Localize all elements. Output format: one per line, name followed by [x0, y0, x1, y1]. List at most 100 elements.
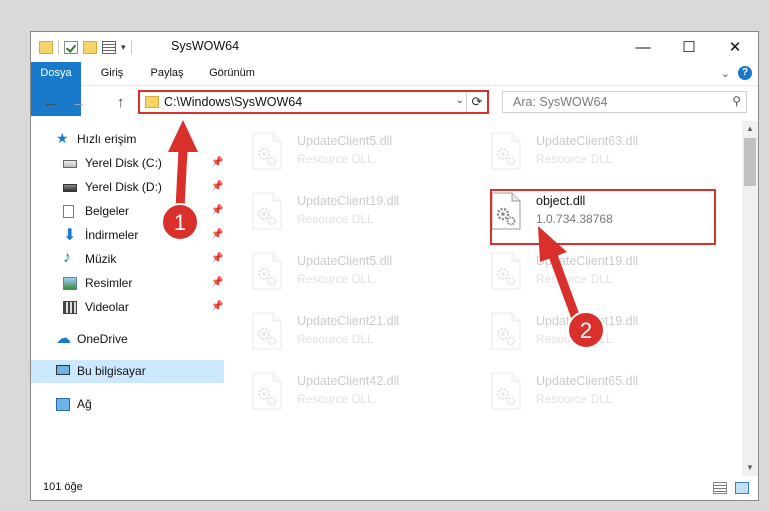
folder-icon[interactable] — [39, 40, 53, 54]
sidebar-item-label: Resimler — [85, 276, 133, 290]
tab-home[interactable]: Giriş — [89, 62, 135, 85]
sidebar-item[interactable]: Yerel Disk (C:) 📌 — [31, 152, 224, 175]
search-icon: ⚲ — [732, 94, 741, 108]
minimize-button[interactable]: — — [620, 32, 666, 62]
forward-button[interactable]: → — [71, 94, 86, 111]
file-description: Resource DLL — [297, 332, 374, 346]
file-item[interactable]: UpdateClient5.dll Resource DLL — [227, 128, 452, 182]
pictures-icon — [63, 277, 77, 290]
highlight-box — [490, 189, 716, 245]
file-name: UpdateClient19.dll — [536, 314, 639, 328]
refresh-button[interactable]: ⟳ — [466, 92, 487, 112]
sidebar-item-label: OneDrive — [77, 332, 128, 346]
search-box[interactable]: Ara: SysWOW64 ⚲ — [502, 91, 747, 113]
pin-icon[interactable]: 📌 — [211, 277, 223, 288]
file-description: Resource DLL — [536, 152, 613, 166]
computer-icon — [56, 365, 70, 375]
new-folder-icon[interactable] — [83, 40, 97, 54]
file-item[interactable]: UpdateClient42.dll Resource DLL — [227, 368, 452, 422]
pin-icon[interactable]: 📌 — [211, 157, 223, 168]
scroll-up-button[interactable]: ▲ — [742, 121, 758, 137]
file-name: UpdateClient65.dll — [536, 374, 639, 388]
sidebar-item[interactable]: Belgeler 📌 — [31, 200, 224, 223]
view-icon[interactable] — [102, 40, 116, 54]
file-item[interactable]: UpdateClient5.dll Resource DLL — [227, 248, 452, 302]
pin-icon[interactable]: 📌 — [211, 229, 223, 240]
dll-file-icon — [490, 132, 522, 170]
properties-icon[interactable] — [64, 40, 78, 54]
dll-file-icon — [251, 372, 283, 410]
sidebar-item-label: Bu bilgisayar — [77, 364, 146, 378]
large-icons-view-icon[interactable] — [735, 482, 749, 494]
music-icon: ♪ — [63, 249, 71, 266]
file-description: Resource DLL — [297, 392, 374, 406]
file-description: Resource DLL — [536, 332, 613, 346]
file-item[interactable]: UpdateClient19.dll Resource DLL — [466, 248, 691, 302]
expand-ribbon-icon[interactable]: ⌄ — [721, 67, 730, 80]
dll-file-icon — [490, 252, 522, 290]
pin-icon[interactable]: 📌 — [211, 181, 223, 192]
folder-icon — [145, 96, 159, 108]
file-description: Resource DLL — [536, 272, 613, 286]
vertical-scrollbar[interactable]: ▲ ▼ — [742, 121, 758, 476]
sidebar-item-label: Videolar — [85, 300, 129, 314]
file-item[interactable]: UpdateClient63.dll Resource DLL — [466, 128, 691, 182]
file-item[interactable]: UpdateClient19.dll Resource DLL — [227, 188, 452, 242]
sidebar-item[interactable]: Videolar 📌 — [31, 296, 224, 319]
toolbar-divider — [130, 40, 132, 54]
file-name: UpdateClient19.dll — [297, 194, 400, 208]
maximize-button[interactable]: ☐ — [666, 32, 712, 62]
file-name: UpdateClient5.dll — [297, 134, 393, 148]
up-button[interactable]: ↑ — [117, 94, 125, 111]
dll-file-icon — [490, 372, 522, 410]
chevron-down-icon[interactable]: ⌄ — [456, 95, 464, 106]
tab-view[interactable]: Görünüm — [201, 62, 263, 85]
file-item[interactable]: UpdateClient19.dll Resource DLL — [466, 308, 691, 362]
ribbon-right: ⌄ ? — [721, 66, 752, 80]
documents-icon — [63, 205, 74, 218]
sidebar-item-label: Hızlı erişim — [77, 132, 137, 146]
close-button[interactable]: ✕ — [712, 32, 758, 62]
sidebar-item-label: Yerel Disk (C:) — [85, 156, 162, 170]
sidebar-item-label: Yerel Disk (D:) — [85, 180, 162, 194]
sidebar-item-network[interactable]: Ağ — [31, 393, 224, 416]
dll-file-icon — [251, 192, 283, 230]
quick-access-toolbar: ▾ — [39, 38, 132, 56]
file-description: Resource DLL — [297, 152, 374, 166]
navigation-bar: ← → ↑ C:\Windows\SysWOW64 ⌄ ⟳ Ara: SysWO… — [31, 87, 758, 119]
window-title: SysWOW64 — [171, 39, 240, 53]
sidebar-item-label: Belgeler — [85, 204, 130, 218]
back-button[interactable]: ← — [43, 94, 58, 111]
file-name: UpdateClient19.dll — [536, 254, 639, 268]
toolbar-divider — [58, 40, 59, 54]
pin-icon[interactable]: 📌 — [211, 301, 223, 312]
sidebar-item-label: Müzik — [85, 252, 117, 266]
sidebar-item[interactable]: Resimler 📌 — [31, 272, 224, 295]
file-name: UpdateClient63.dll — [536, 134, 639, 148]
ribbon-tabs: Dosya Giriş Paylaş Görünüm ⌄ ? — [31, 62, 758, 116]
sidebar-item-this-pc[interactable]: Bu bilgisayar — [31, 360, 224, 383]
customize-toolbar-icon[interactable]: ▾ — [121, 42, 126, 53]
file-item[interactable]: UpdateClient21.dll Resource DLL — [227, 308, 452, 362]
sidebar-item[interactable]: Yerel Disk (D:) 📌 — [31, 176, 224, 199]
sidebar-item-quick-access[interactable]: ★ Hızlı erişim — [31, 128, 224, 151]
help-icon[interactable]: ? — [738, 66, 752, 80]
scroll-down-button[interactable]: ▼ — [742, 460, 758, 476]
dll-file-icon — [490, 312, 522, 350]
search-input[interactable]: Ara: SysWOW64 — [513, 95, 607, 109]
sidebar-item[interactable]: ♪ Müzik 📌 — [31, 248, 224, 271]
title-bar: ▾ SysWOW64 — ☐ ✕ — [31, 32, 758, 62]
tab-share[interactable]: Paylaş — [141, 62, 193, 85]
file-item[interactable]: UpdateClient65.dll Resource DLL — [466, 368, 691, 422]
sidebar-item-label: Ağ — [77, 397, 92, 411]
sidebar-item[interactable]: ⬇ İndirmeler 📌 — [31, 224, 224, 247]
scroll-thumb[interactable] — [744, 138, 756, 186]
window-controls: — ☐ ✕ — [620, 32, 758, 62]
pin-icon[interactable]: 📌 — [211, 205, 223, 216]
drive-icon — [63, 184, 77, 192]
address-path[interactable]: C:\Windows\SysWOW64 — [164, 95, 302, 109]
pin-icon[interactable]: 📌 — [211, 253, 223, 264]
address-bar[interactable]: C:\Windows\SysWOW64 ⌄ ⟳ — [138, 90, 489, 114]
sidebar-item-onedrive[interactable]: ☁ OneDrive — [31, 328, 224, 351]
details-view-icon[interactable] — [713, 482, 727, 494]
